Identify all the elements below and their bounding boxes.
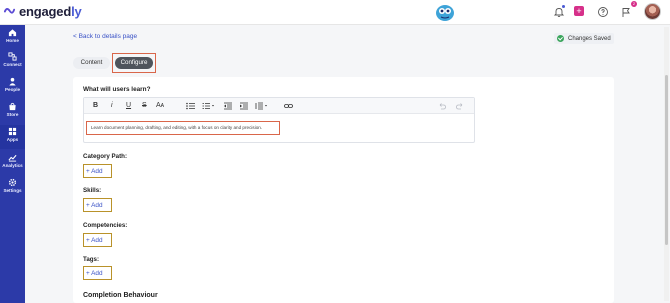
- sidebar-item-home[interactable]: Home: [0, 26, 25, 50]
- indent-icon[interactable]: [240, 102, 248, 110]
- add-skills-button[interactable]: + Add: [86, 202, 103, 209]
- numbered-list-icon[interactable]: [202, 102, 214, 110]
- save-status-text: Changes Saved: [568, 35, 611, 42]
- notification-badge: 2: [631, 1, 637, 7]
- sidebar-item-apps[interactable]: Apps: [0, 125, 25, 149]
- logo-mark-icon: [3, 8, 16, 14]
- outdent-icon[interactable]: [224, 102, 232, 110]
- analytics-icon: [8, 154, 17, 162]
- user-avatar[interactable]: [644, 3, 661, 20]
- create-button[interactable]: +: [574, 6, 584, 16]
- settings-icon: [8, 178, 17, 187]
- connect-icon: [8, 52, 17, 61]
- help-icon[interactable]: [597, 6, 609, 18]
- flag-icon[interactable]: [620, 6, 632, 18]
- sidebar-item-store[interactable]: Store: [0, 100, 25, 124]
- line-height-icon[interactable]: [255, 102, 267, 110]
- mascot-icon[interactable]: [433, 2, 457, 22]
- skills-label: Skills:: [83, 187, 102, 194]
- add-competencies-button[interactable]: + Add: [86, 237, 103, 244]
- sidebar-item-settings[interactable]: Settings: [0, 176, 25, 200]
- add-tags-button[interactable]: + Add: [86, 270, 103, 277]
- italic-button[interactable]: i: [111, 102, 113, 110]
- bullet-list-icon[interactable]: [186, 102, 195, 110]
- sidebar-item-label: Apps: [6, 137, 19, 142]
- people-icon: [9, 77, 16, 86]
- back-to-details-link[interactable]: < Back to details page: [73, 33, 137, 40]
- sidebar-item-label: Settings: [3, 188, 22, 193]
- link-icon[interactable]: [284, 102, 293, 110]
- editor-content-text[interactable]: Learn document planning, drafting, and e…: [91, 125, 262, 130]
- apps-icon: [8, 127, 17, 136]
- learn-question-label: What will users learn?: [83, 86, 151, 93]
- notification-dot: [562, 5, 565, 8]
- home-icon: [8, 29, 17, 37]
- scrollbar-thumb[interactable]: [665, 75, 668, 245]
- top-header: engagedly + 2: [0, 0, 670, 25]
- tags-label: Tags:: [83, 256, 100, 263]
- store-icon: [9, 102, 16, 111]
- underline-button[interactable]: U: [126, 102, 131, 110]
- sidebar-item-label: Store: [6, 112, 19, 117]
- bold-button[interactable]: B: [93, 102, 98, 110]
- sidebar: Home Connect People Store Apps Analytics…: [0, 25, 25, 303]
- sidebar-item-people[interactable]: People: [0, 75, 25, 99]
- brand-logo[interactable]: engagedly: [3, 4, 82, 19]
- brand-name: engagedly: [19, 4, 82, 19]
- sidebar-item-label: Analytics: [2, 163, 23, 168]
- redo-icon[interactable]: [456, 102, 464, 110]
- sidebar-item-connect[interactable]: Connect: [0, 50, 25, 74]
- competencies-label: Competencies:: [83, 222, 128, 229]
- undo-icon[interactable]: [438, 102, 446, 110]
- tab-content[interactable]: Content: [73, 57, 110, 69]
- sidebar-item-label: Home: [6, 38, 19, 43]
- save-status-badge: Changes Saved: [554, 33, 614, 44]
- completion-behaviour-heading: Completion Behaviour: [83, 292, 158, 299]
- sidebar-item-label: People: [4, 87, 21, 92]
- category-path-label: Category Path:: [83, 153, 128, 160]
- sidebar-item-analytics[interactable]: Analytics: [0, 151, 25, 175]
- check-circle-icon: [557, 35, 564, 42]
- font-size-dropdown[interactable]: Aᴀ: [156, 102, 164, 110]
- strikethrough-button[interactable]: S: [142, 102, 147, 110]
- add-category-path-button[interactable]: + Add: [86, 168, 103, 175]
- sidebar-item-label: Connect: [3, 62, 22, 67]
- tab-configure[interactable]: Configure: [115, 57, 153, 69]
